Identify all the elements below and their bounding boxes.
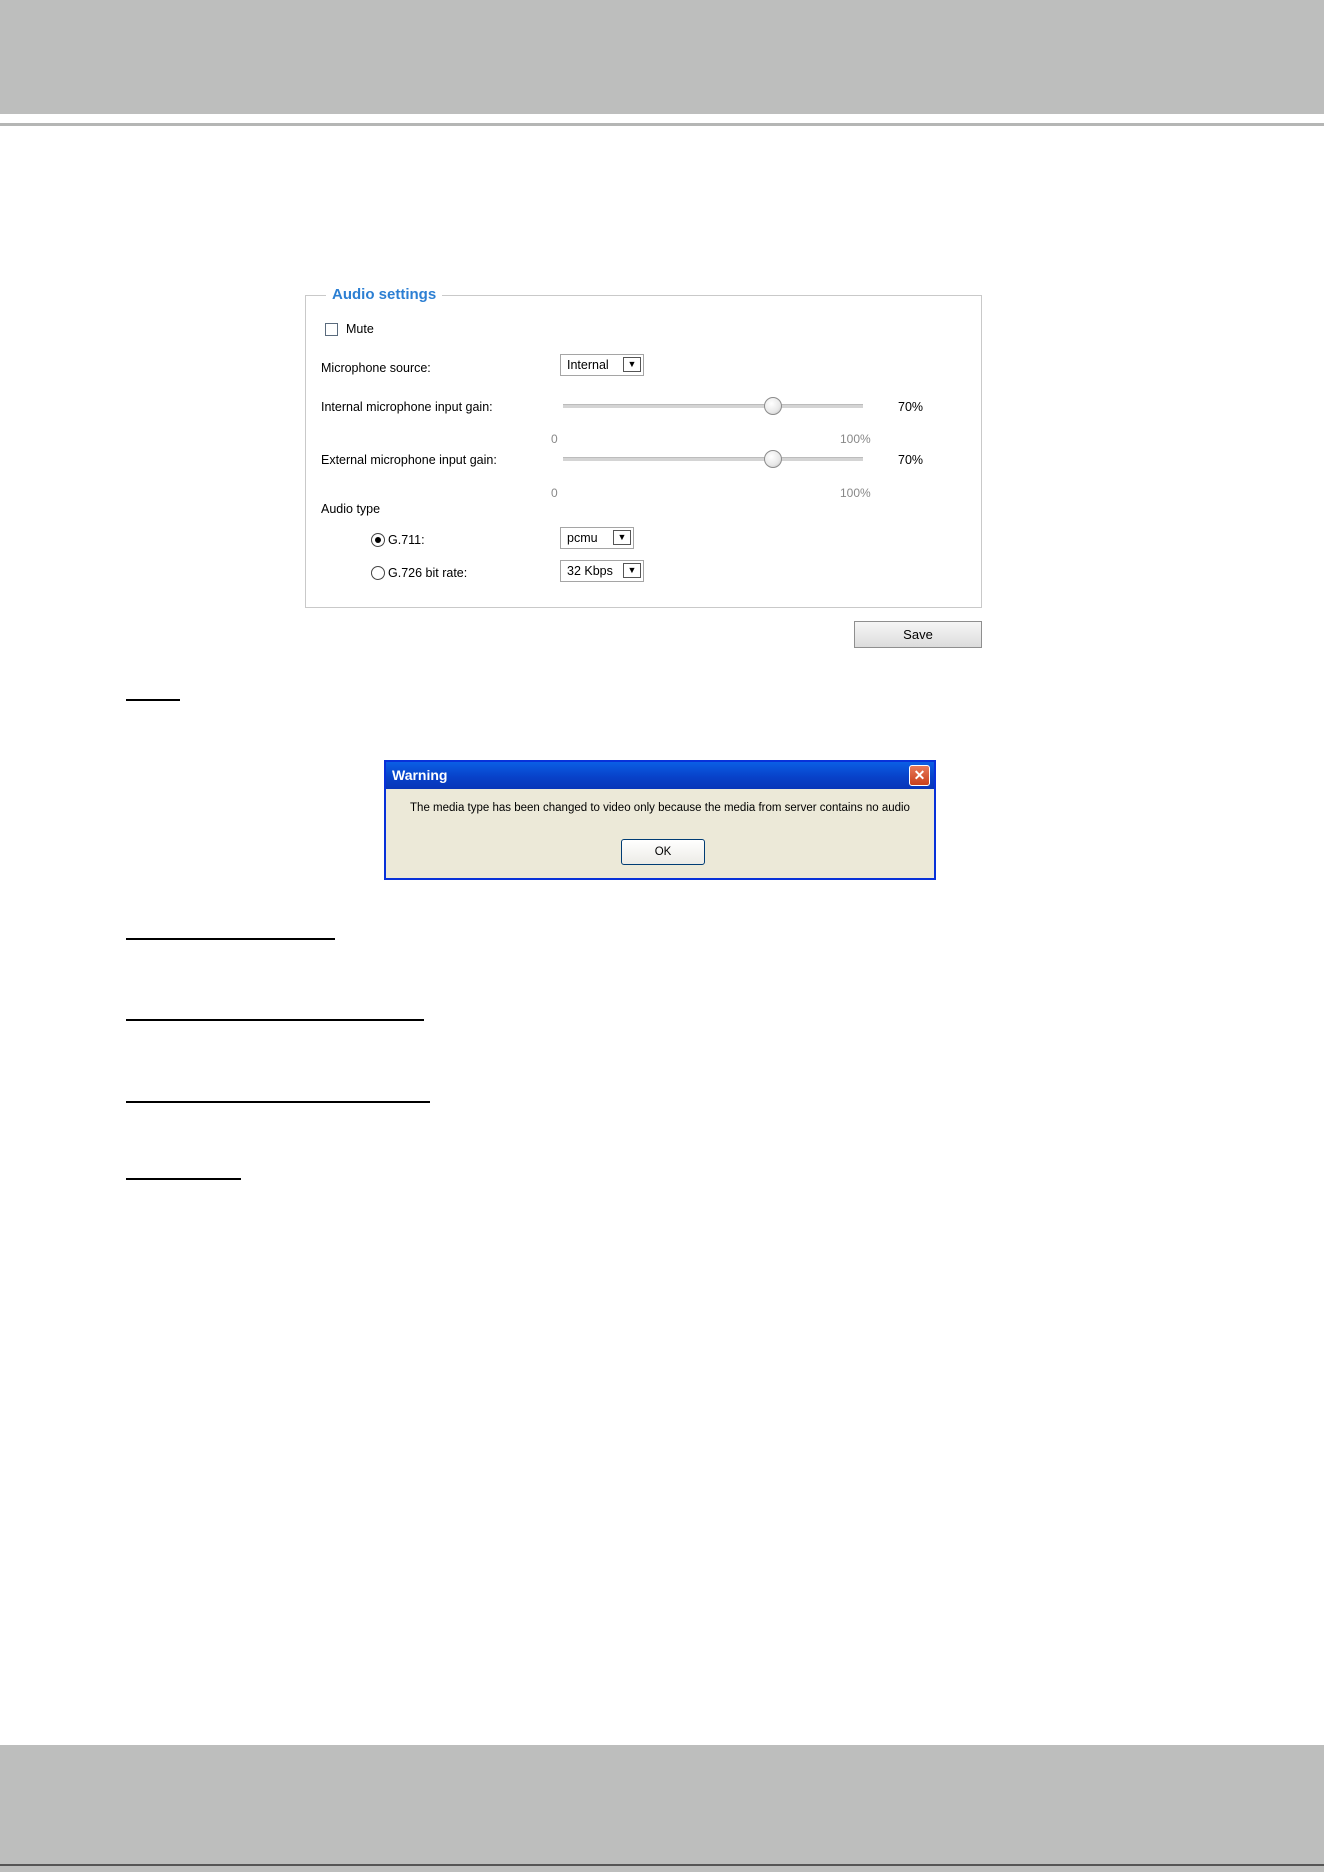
external-gain-thumb[interactable]	[764, 450, 782, 468]
external-gain-min: 0	[551, 486, 558, 500]
internal-gain-value: 70%	[898, 400, 924, 414]
g711-label: G.711:	[388, 533, 425, 547]
g726-value: 32 Kbps	[567, 564, 613, 578]
warning-dialog: Warning ✕ The media type has been change…	[384, 760, 936, 880]
close-icon[interactable]: ✕	[909, 765, 930, 786]
g711-radio[interactable]	[371, 533, 385, 547]
header-band	[0, 0, 1324, 114]
external-gain-track[interactable]	[563, 457, 863, 461]
heading-underline-1	[126, 699, 180, 701]
mic-source-select[interactable]: Internal ▼	[560, 354, 644, 376]
dialog-message: The media type has been changed to video…	[410, 802, 910, 814]
dialog-title: Warning	[386, 762, 934, 789]
chevron-down-icon: ▼	[623, 357, 641, 372]
internal-gain-thumb[interactable]	[764, 397, 782, 415]
heading-underline-2	[126, 938, 335, 940]
mic-source-value: Internal	[567, 358, 609, 372]
g726-radio[interactable]	[371, 566, 385, 580]
g726-label: G.726 bit rate:	[388, 566, 468, 580]
external-gain-value: 70%	[898, 453, 924, 467]
footer-band	[0, 1745, 1324, 1872]
external-gain-label: External microphone input gain:	[321, 453, 497, 467]
footer-rule	[0, 1864, 1324, 1866]
internal-gain-label: Internal microphone input gain:	[321, 400, 493, 414]
internal-gain-track[interactable]	[563, 404, 863, 408]
save-button[interactable]: Save	[854, 621, 982, 648]
heading-underline-4	[126, 1101, 430, 1103]
header-rule	[0, 123, 1324, 126]
chevron-down-icon: ▼	[623, 563, 641, 578]
chevron-down-icon: ▼	[613, 530, 631, 545]
internal-gain-max: 100%	[840, 432, 871, 446]
audio-type-label: Audio type	[321, 502, 381, 516]
mute-checkbox[interactable]	[325, 323, 338, 336]
heading-underline-5	[126, 1178, 241, 1180]
ok-button[interactable]: OK	[621, 839, 705, 865]
heading-underline-3	[126, 1019, 424, 1021]
external-gain-max: 100%	[840, 486, 871, 500]
g711-value: pcmu	[567, 531, 598, 545]
audio-settings-legend: Audio settings	[326, 286, 443, 303]
g711-select[interactable]: pcmu ▼	[560, 527, 634, 549]
mute-label: Mute	[346, 322, 374, 336]
mic-source-label: Microphone source:	[321, 361, 431, 375]
internal-gain-min: 0	[551, 432, 558, 446]
g726-select[interactable]: 32 Kbps ▼	[560, 560, 644, 582]
